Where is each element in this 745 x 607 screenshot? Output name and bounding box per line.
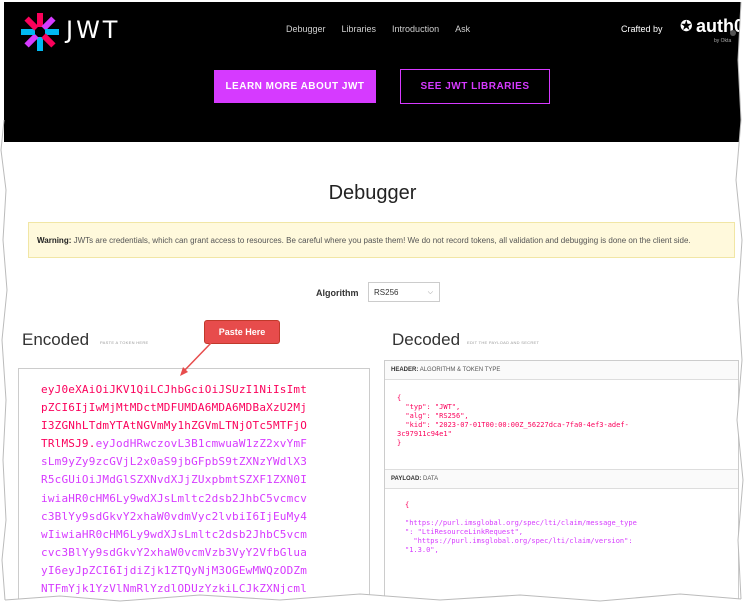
- nav-link-debugger[interactable]: Debugger: [286, 24, 326, 34]
- chevron-down-icon: ⌵: [427, 289, 433, 296]
- crafted-by-label: Crafted by: [621, 24, 663, 34]
- payload-json-line: {: [405, 501, 410, 509]
- header-json-editor[interactable]: { "typ": "JWT", "alg": "RS256", "kid": "…: [385, 380, 738, 470]
- token-header-segment: I3ZGNhLTdmYTAtNGVmMy1hZGVmLTNjOTc5MTFjO: [41, 419, 308, 433]
- warning-text: JWTs are credentials, which can grant ac…: [71, 236, 691, 245]
- token-header-segment: pZCI6IjIwMjMtMDctMDFUMDA6MDA6MDBaXzU2Mj: [41, 401, 308, 415]
- paste-here-annotation: Paste Here: [204, 320, 280, 344]
- token-line: eyJ0eXAiOiJKV1QiLCJhbGciOiJSUzI1NiIsImt: [41, 381, 369, 399]
- algorithm-label: Algorithm: [316, 288, 359, 298]
- token-line: I3ZGNhLTdmYTAtNGVmMy1hZGVmLTNjOTc5MTFjO: [41, 417, 369, 435]
- token-payload-segment: wdGlvbiI6bnVsbCwidGl0bGUiOiJMYWJfTFRJMS: [41, 600, 307, 602]
- token-line: cvc3BlYy9sdGkvY2xhaW0vcmVzb3VyY2VfbGlua: [41, 544, 369, 562]
- header-section-title: HEADER: ALGORITHM & TOKEN TYPE: [385, 361, 738, 380]
- token-header-segment: TRlMSJ9.: [41, 437, 96, 451]
- jwt-logo-icon[interactable]: [20, 12, 60, 52]
- header-json-line: "kid": "2023-07-01T00:00:00Z_56227dca-7f…: [397, 421, 629, 429]
- encoded-token-textarea[interactable]: eyJ0eXAiOiJKV1QiLCJhbGciOiJSUzI1NiIsImt p…: [18, 368, 370, 602]
- algorithm-select[interactable]: RS256 ⌵: [368, 282, 440, 302]
- header-json-line: "alg": "RS256",: [397, 412, 469, 420]
- payload-json-line: "https://purl.imsglobal.org/spec/lti/cla…: [405, 519, 637, 527]
- token-payload-segment: NTFmYjk1YzVlNmRlYzdlODUzYzkiLCJkZXNjcml: [41, 582, 308, 596]
- warning-banner: Warning: JWTs are credentials, which can…: [28, 222, 735, 258]
- payload-json-line: "1.3.0",: [405, 546, 439, 554]
- payload-section-title: PAYLOAD: DATA: [385, 470, 738, 489]
- token-payload-segment: iwiaHR0cHM6Ly9wdXJsLmltc2dsb2JhbC5vcmcv: [41, 491, 308, 505]
- top-navbar: JWT Debugger Libraries Introduction Ask …: [4, 2, 741, 60]
- annotation-arrow-icon: [180, 342, 212, 376]
- token-payload-segment: cvc3BlYy9sdGkvY2xhaW0vcmVzb3VyY2VfbGlua: [41, 545, 308, 559]
- payload-description: DATA: [423, 476, 439, 482]
- token-line: sLm9yZy9zcGVjL2x0aS9jbGFpbS9tZXNzYWdlX3: [41, 453, 369, 471]
- header-json-line: {: [397, 394, 402, 402]
- see-libraries-button[interactable]: SEE JWT LIBRARIES: [400, 69, 550, 104]
- payload-json-line: ": "LtiResourceLinkRequest",: [405, 528, 524, 536]
- token-line: TRlMSJ9.eyJodHRwczovL3B1cmwuaW1zZ2xvYmF: [41, 435, 369, 453]
- token-line: iwiaHR0cHM6Ly9wdXJsLmltc2dsb2JhbC5vcmcv: [41, 490, 369, 508]
- token-payload-segment: sLm9yZy9zcGVjL2x0aS9jbGFpbS9tZXNzYWdlX3: [41, 455, 308, 469]
- token-line: pZCI6IjIwMjMtMDctMDFUMDA6MDA6MDBaXzU2Mj: [41, 399, 369, 417]
- header-json-line: "typ": "JWT",: [397, 403, 461, 411]
- decoded-heading: Decoded: [392, 330, 461, 349]
- token-header-segment: eyJ0eXAiOiJKV1QiLCJhbGciOiJSUzI1NiIsImt: [41, 383, 308, 396]
- header-description: ALGORITHM & TOKEN TYPE: [419, 367, 501, 373]
- payload-json-line: "https://purl.imsglobal.org/spec/lti/cla…: [405, 537, 633, 545]
- token-line: NTFmYjk1YzVlNmRlYzdlODUzYzkiLCJkZXNjcml: [41, 580, 369, 598]
- header-label: HEADER:: [391, 367, 419, 373]
- nav-link-ask[interactable]: Ask: [455, 24, 470, 34]
- nav-link-introduction[interactable]: Introduction: [392, 24, 439, 34]
- auth0-shield-icon[interactable]: ✪: [680, 17, 693, 35]
- token-line: wIiwiaHR0cHM6Ly9wdXJsLmltc2dsb2JhbC5vcm: [41, 526, 369, 544]
- okta-label: by Okta: [714, 38, 732, 44]
- algorithm-selected-value: RS256: [374, 288, 399, 297]
- token-payload-segment: c3BlYy9sdGkvY2xhaW0vdmVyc2lvbiI6IjEuMy4: [41, 509, 308, 523]
- token-payload-segment: yI6eyJpZCI6IjdiZjk1ZTQyNjM3OGEwMWQzODZm: [41, 563, 308, 577]
- token-line: c3BlYy9sdGkvY2xhaW0vdmVyc2lvbiI6IjEuMy4: [41, 508, 369, 526]
- token-payload-segment: R5cGUiOiJMdGlSZXNvdXJjZUxpbmtSZXF1ZXN0I: [41, 473, 308, 487]
- nav-links: Debugger Libraries Introduction Ask: [286, 24, 470, 34]
- decoded-subheading: EDIT THE PAYLOAD AND SECRET: [467, 340, 540, 345]
- decoded-panel: HEADER: ALGORITHM & TOKEN TYPE { "typ": …: [384, 360, 739, 602]
- browser-viewport: JWT Debugger Libraries Introduction Ask …: [4, 2, 741, 602]
- encoded-heading: Encoded: [22, 330, 90, 349]
- token-line: yI6eyJpZCI6IjdiZjk1ZTQyNjM3OGEwMWQzODZm: [41, 562, 369, 580]
- payload-json-line: [405, 510, 738, 519]
- page-title: Debugger: [328, 182, 417, 204]
- token-line: R5cGUiOiJMdGlSZXNvdXJjZUxpbmtSZXF1ZXN0I: [41, 471, 369, 489]
- token-payload-segment: eyJodHRwczovL3B1cmwuaW1zZ2xvYmF: [95, 437, 308, 451]
- hero-banner: LEARN MORE ABOUT JWT SEE JWT LIBRARIES: [4, 60, 741, 142]
- payload-label: PAYLOAD:: [391, 476, 422, 482]
- header-json-line: }: [397, 439, 402, 447]
- encoded-subheading: PASTE A TOKEN HERE: [100, 340, 149, 345]
- logo-text[interactable]: JWT: [66, 16, 120, 44]
- header-json-line: 3c97911c94e1": [397, 430, 452, 438]
- token-line: wdGlvbiI6bnVsbCwidGl0bGUiOiJMYWJfTFRJMS: [41, 598, 369, 602]
- nav-link-libraries[interactable]: Libraries: [342, 24, 377, 34]
- warning-label: Warning:: [37, 236, 72, 245]
- menu-dot-icon[interactable]: [730, 30, 736, 36]
- learn-more-button[interactable]: LEARN MORE ABOUT JWT: [214, 70, 376, 103]
- token-payload-segment: wIiwiaHR0cHM6Ly9wdXJsLmltc2dsb2JhbC5vcm: [41, 527, 308, 541]
- payload-json-editor[interactable]: { "https://purl.imsglobal.org/spec/lti/cl…: [385, 489, 738, 555]
